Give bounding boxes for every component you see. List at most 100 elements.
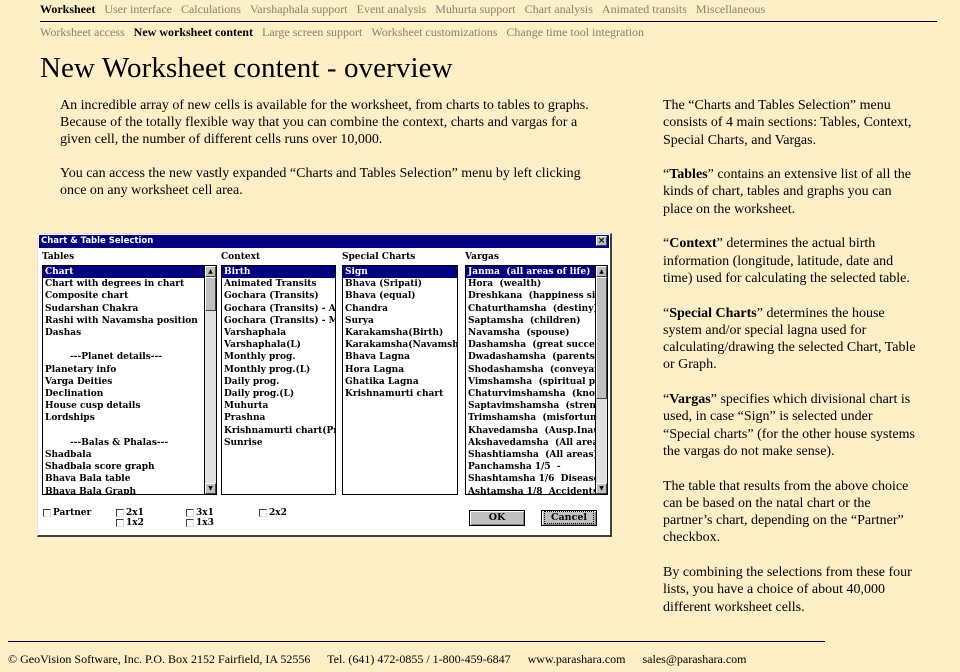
list-item[interactable]: Ashtamsha 1/8 Accidents xyxy=(466,486,595,494)
list-item[interactable]: Saptamsha (children) xyxy=(466,315,595,327)
tables-listbox[interactable]: Chart Chart with degrees in chart Composit… xyxy=(42,265,217,495)
nav-tab-miscellaneous[interactable]: Miscellaneous xyxy=(696,2,765,16)
list-item[interactable]: Chart xyxy=(43,266,204,279)
checkbox-box[interactable] xyxy=(259,509,267,517)
subnav-tab-large-screen-support[interactable]: Large screen support xyxy=(262,25,362,39)
checkbox-box[interactable] xyxy=(116,519,124,527)
checkbox-box[interactable] xyxy=(186,519,194,527)
list-item[interactable]: Dreshkana (happiness siblings) xyxy=(466,290,595,302)
list-item[interactable]: Krishnamurti chart xyxy=(343,388,457,400)
list-item[interactable]: Hora (wealth) xyxy=(466,278,595,290)
list-item[interactable]: ---Planet details--- xyxy=(43,351,204,363)
vargas-listbox[interactable]: Janma (all areas of life) Hora (wealth) Dr… xyxy=(465,265,608,495)
list-item[interactable]: Gochara (Transits) xyxy=(222,290,335,302)
nav-tab-varshaphala-support[interactable]: Varshaphala support xyxy=(250,2,348,16)
subnav-tab-new-worksheet-content[interactable]: New worksheet content xyxy=(134,25,253,39)
tables-scrollbar[interactable]: ▲ ▼ xyxy=(204,266,216,494)
layout-1x3-checkbox[interactable]: 1x3 xyxy=(186,518,214,528)
list-item[interactable]: Lordships xyxy=(43,412,204,424)
list-item[interactable]: Shadbala score graph xyxy=(43,461,204,473)
list-item[interactable]: Bhava Bala table xyxy=(43,473,204,485)
list-item[interactable]: Ghatika Lagna xyxy=(343,376,457,388)
list-item[interactable]: Khavedamsha (Ausp.Inausp.) xyxy=(466,425,595,437)
list-item[interactable]: Akshavedamsha (All areas) xyxy=(466,437,595,449)
layout-2x1-checkbox[interactable]: 2x1 xyxy=(116,508,144,518)
footer-email-link[interactable]: sales@parashara.com xyxy=(643,652,747,666)
scroll-up-icon[interactable]: ▲ xyxy=(205,266,216,277)
list-item[interactable]: Surya xyxy=(343,315,457,327)
list-item[interactable]: Daily prog.(L) xyxy=(222,388,335,400)
scroll-down-icon[interactable]: ▼ xyxy=(205,483,216,494)
list-item[interactable]: Saptavimshamsha (strength) xyxy=(466,400,595,412)
footer-website-link[interactable]: www.parashara.com xyxy=(528,652,626,666)
list-item[interactable]: Composite chart xyxy=(43,290,204,302)
list-item[interactable]: Krishnamurti chart(Prashna) xyxy=(222,425,335,437)
nav-tab-user-interface[interactable]: User interface xyxy=(104,2,172,16)
nav-tab-worksheet[interactable]: Worksheet xyxy=(40,2,95,16)
list-item[interactable] xyxy=(43,425,204,437)
list-item[interactable]: Muhurta xyxy=(222,400,335,412)
list-item[interactable]: Chaturthamsha (destiny) xyxy=(466,303,595,315)
cancel-button[interactable]: Cancel xyxy=(541,510,597,526)
list-item[interactable]: Bhava Bala Graph xyxy=(43,486,204,494)
list-item[interactable]: Chart with degrees in chart xyxy=(43,278,204,290)
list-item[interactable]: Monthly prog.(L) xyxy=(222,364,335,376)
list-item[interactable]: Dashamsha (great successes) xyxy=(466,339,595,351)
partner-checkbox[interactable]: Partner xyxy=(43,508,91,518)
subnav-tab-change-time-tool-integration[interactable]: Change time tool integration xyxy=(506,25,644,39)
list-item[interactable]: Planetary info xyxy=(43,364,204,376)
list-item[interactable]: Sudarshan Chakra xyxy=(43,303,204,315)
nav-tab-animated-transits[interactable]: Animated transits xyxy=(602,2,687,16)
checkbox-box[interactable] xyxy=(116,509,124,517)
layout-2x2-checkbox[interactable]: 2x2 xyxy=(259,508,287,518)
ok-button[interactable]: OK xyxy=(469,510,525,526)
list-item[interactable]: Gochara (Transits) - Moon xyxy=(222,315,335,327)
special-charts-listbox[interactable]: Sign Bhava (Sripati) Bhava (equal) Chandra S… xyxy=(342,265,458,495)
list-item[interactable]: Karakamsha(Navamsha) xyxy=(343,339,457,351)
list-item[interactable]: Bhava (equal) xyxy=(343,290,457,302)
nav-tab-muhurta-support[interactable]: Muhurta support xyxy=(435,2,515,16)
nav-tab-calculations[interactable]: Calculations xyxy=(181,2,241,16)
list-item[interactable]: Sunrise xyxy=(222,437,335,449)
list-item[interactable]: Animated Transits xyxy=(222,278,335,290)
layout-1x2-checkbox[interactable]: 1x2 xyxy=(116,518,144,528)
list-item[interactable]: Dashas xyxy=(43,327,204,339)
list-item[interactable] xyxy=(43,339,204,351)
vargas-scrollbar[interactable]: ▲ ▼ xyxy=(595,266,607,494)
list-item[interactable]: Monthly prog. xyxy=(222,351,335,363)
nav-tab-chart-analysis[interactable]: Chart analysis xyxy=(525,2,593,16)
list-item[interactable]: Chaturvimshamsha (knowledge) xyxy=(466,388,595,400)
list-item[interactable]: Navamsha (spouse) xyxy=(466,327,595,339)
list-item[interactable]: Birth xyxy=(222,266,335,279)
list-item[interactable]: ---Balas & Phalas--- xyxy=(43,437,204,449)
list-item[interactable]: Bhava (Sripati) xyxy=(343,278,457,290)
subnav-tab-worksheet-customizations[interactable]: Worksheet customizations xyxy=(371,25,497,39)
list-item[interactable]: Rashi with Navamsha position xyxy=(43,315,204,327)
list-item[interactable]: Hora Lagna xyxy=(343,364,457,376)
list-item[interactable]: Varshaphala(L) xyxy=(222,339,335,351)
list-item[interactable]: Declination xyxy=(43,388,204,400)
list-item[interactable]: Vimshamsha (spiritual progress) xyxy=(466,376,595,388)
layout-3x1-checkbox[interactable]: 3x1 xyxy=(186,508,214,518)
list-item[interactable]: Shodashamsha (conveyances) xyxy=(466,364,595,376)
close-icon[interactable]: × xyxy=(596,236,607,246)
list-item[interactable]: Bhava Lagna xyxy=(343,351,457,363)
list-item[interactable]: Gochara (Transits) - Asc xyxy=(222,303,335,315)
list-item[interactable]: Sign xyxy=(343,266,457,279)
list-item[interactable]: Dwadashamsha (parents) xyxy=(466,351,595,363)
list-item[interactable]: Varshaphala xyxy=(222,327,335,339)
list-item[interactable]: Prashna xyxy=(222,412,335,424)
list-item[interactable]: Trimshamsha (misfortunes) xyxy=(466,412,595,424)
list-item[interactable]: Panchamsha 1/5 - xyxy=(466,461,595,473)
nav-tab-event-analysis[interactable]: Event analysis xyxy=(357,2,427,16)
scroll-thumb[interactable] xyxy=(205,277,216,311)
list-item[interactable]: Daily prog. xyxy=(222,376,335,388)
context-listbox[interactable]: Birth Animated Transits Gochara (Transits)… xyxy=(221,265,336,495)
checkbox-box[interactable] xyxy=(186,509,194,517)
list-item[interactable]: House cusp details xyxy=(43,400,204,412)
list-item[interactable]: Karakamsha(Birth) xyxy=(343,327,457,339)
list-item[interactable]: Shashtamsha 1/6 Disease xyxy=(466,473,595,485)
list-item[interactable]: Varga Deities xyxy=(43,376,204,388)
scroll-up-icon[interactable]: ▲ xyxy=(596,266,607,277)
list-item[interactable]: Janma (all areas of life) xyxy=(466,266,595,279)
